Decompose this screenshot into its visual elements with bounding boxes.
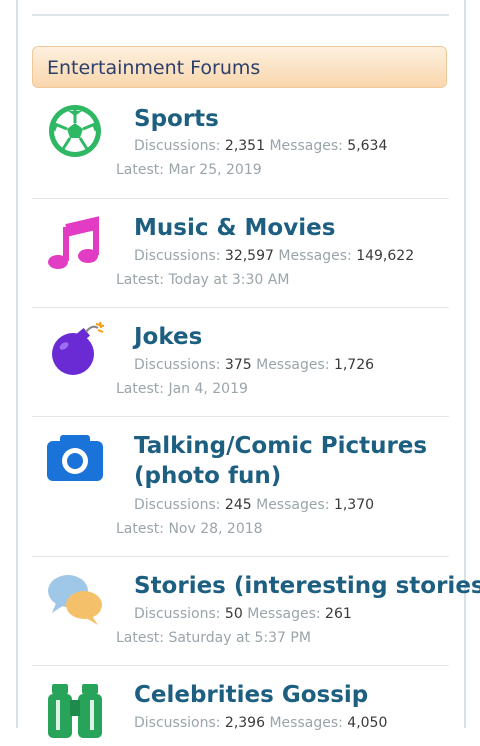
forum-title-link[interactable]: Stories (interesting stories) <box>134 571 480 601</box>
forum-row-comic-pictures[interactable]: Talking/Comic Pictures (photo fun) Discu… <box>32 417 449 557</box>
forum-title-link[interactable]: Celebrities Gossip <box>134 680 368 710</box>
discussions-count: 375 <box>224 357 252 373</box>
forum-row-celebrities[interactable]: Celebrities Gossip Discussions: 2,396 Me… <box>32 666 449 746</box>
forum-row-jokes[interactable]: Jokes Discussions: 375 Messages: 1,726 L… <box>32 308 449 417</box>
category-title[interactable]: Entertainment Forums <box>47 57 260 79</box>
forum-title-link[interactable]: Talking/Comic Pictures (photo fun) <box>134 431 434 491</box>
camera-icon <box>47 435 103 481</box>
discussions-count: 32,597 <box>224 248 274 264</box>
divider <box>32 14 449 16</box>
messages-count: 1,726 <box>333 357 375 373</box>
forum-title-link[interactable]: Jokes <box>134 322 202 352</box>
forum-stats: Discussions: 32,597 Messages: 149,622 <box>134 248 415 264</box>
music-note-icon <box>48 216 99 269</box>
messages-count: 149,622 <box>356 248 415 264</box>
messages-count: 5,634 <box>347 138 388 154</box>
discussions-count: 245 <box>224 497 252 513</box>
latest-post[interactable]: Latest: Today at 3:30 AM <box>116 272 289 288</box>
discussions-count: 2,396 <box>224 715 266 731</box>
messages-count: 1,370 <box>333 497 375 513</box>
forum-row-music-movies[interactable]: Music & Movies Discussions: 32,597 Messa… <box>32 199 449 308</box>
forum-stats: Discussions: 245 Messages: 1,370 <box>134 497 375 513</box>
forum-stats: Discussions: 2,396 Messages: 4,050 <box>134 715 388 731</box>
category-header[interactable]: Entertainment Forums <box>32 46 447 88</box>
forum-stats: Discussions: 2,351 Messages: 5,634 <box>134 138 388 154</box>
messages-count: 4,050 <box>347 715 388 731</box>
forum-row-sports[interactable]: Sports Discussions: 2,351 Messages: 5,63… <box>32 90 449 199</box>
forum-stats: Discussions: 375 Messages: 1,726 <box>134 357 375 373</box>
soccer-ball-icon <box>49 105 101 157</box>
latest-post[interactable]: Latest: Nov 28, 2018 <box>116 521 263 537</box>
latest-post[interactable]: Latest: Mar 25, 2019 <box>116 162 262 178</box>
latest-post[interactable]: Latest: Saturday at 5:37 PM <box>116 630 311 646</box>
messages-count: 261 <box>325 606 352 622</box>
discussions-count: 2,351 <box>224 138 266 154</box>
discussions-count: 50 <box>224 606 243 622</box>
forum-title-link[interactable]: Sports <box>134 104 219 134</box>
bomb-icon <box>52 321 104 375</box>
latest-post[interactable]: Latest: Jan 4, 2019 <box>116 381 248 397</box>
speech-bubbles-icon <box>48 575 102 625</box>
forum-stats: Discussions: 50 Messages: 261 <box>134 606 352 622</box>
binoculars-icon <box>48 684 102 738</box>
forum-row-stories[interactable]: Stories (interesting stories) Discussion… <box>32 557 480 666</box>
forum-title-link[interactable]: Music & Movies <box>134 213 335 243</box>
